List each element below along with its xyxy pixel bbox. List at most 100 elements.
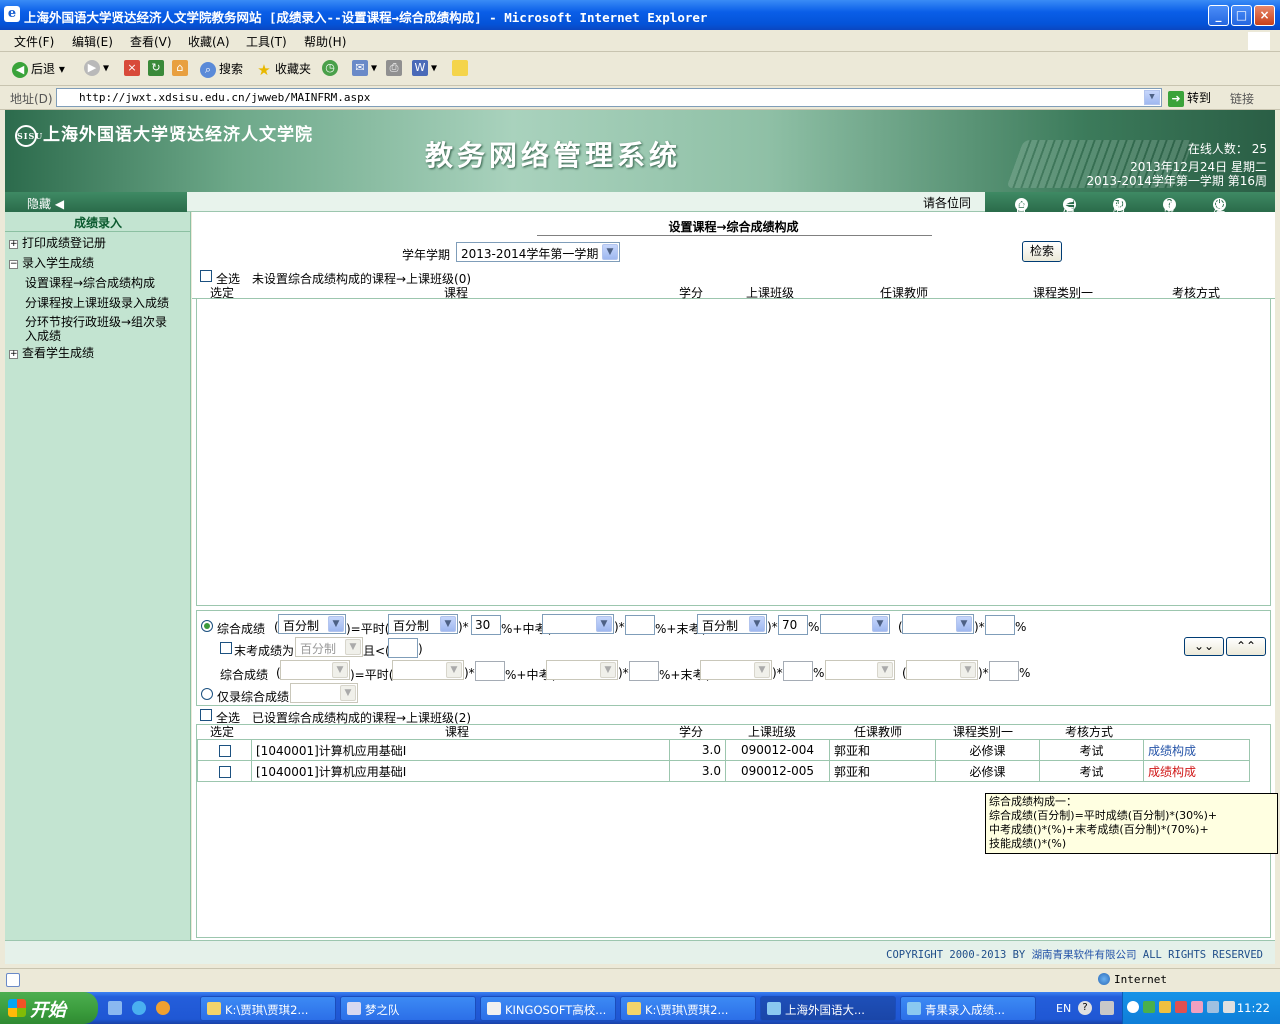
- collapse-icon[interactable]: −: [9, 260, 18, 269]
- sidebar-item-enter-grades[interactable]: − 录入学生成绩: [9, 254, 94, 271]
- address-input[interactable]: http://jwxt.xdsisu.edu.cn/jwweb/MAINFRM.…: [56, 88, 1162, 107]
- minimize-button[interactable]: _: [1208, 5, 1229, 26]
- tray-app-icon[interactable]: [1191, 1001, 1203, 1013]
- home-button[interactable]: ⌂: [172, 60, 191, 76]
- help-icon[interactable]: ?: [1078, 1001, 1092, 1015]
- composite-grade-type-select[interactable]: 百分制 ▼: [278, 614, 346, 634]
- skill-pct-input[interactable]: [985, 615, 1015, 635]
- sidebar-item-view-grades[interactable]: + 查看学生成绩: [9, 344, 94, 361]
- threshold-input[interactable]: [388, 638, 418, 658]
- mid-pct-input[interactable]: [625, 615, 655, 635]
- go-button[interactable]: ➜ 转到: [1168, 89, 1211, 107]
- alt-final-type-select[interactable]: ▼: [700, 660, 772, 680]
- final-type-select[interactable]: 百分制 ▼: [697, 614, 767, 634]
- alt-final-pct-input[interactable]: [783, 661, 813, 681]
- forward-button[interactable]: ▶ ▾: [84, 60, 109, 76]
- composite-radio[interactable]: [201, 620, 213, 632]
- menu-edit[interactable]: 编辑(E): [72, 33, 113, 50]
- regular-pct-input[interactable]: 30: [471, 615, 501, 635]
- back-button[interactable]: ◀ 后退 ▾: [12, 60, 65, 78]
- task-folder-1[interactable]: K:\贾琪\贾琪2...: [200, 996, 336, 1021]
- sidebar-item-set-composition[interactable]: 设置课程→综合成绩构成: [25, 274, 155, 291]
- table-row[interactable]: [1040001]计算机应用基础I 3.0 090012-004 郭亚和 必修课…: [197, 739, 1250, 761]
- school-logo: SISU上海外国语大学贤达经济人文学院: [15, 124, 313, 147]
- row-select-cell: [197, 760, 252, 782]
- stop-button[interactable]: ×: [124, 60, 143, 76]
- final-threshold-checkbox[interactable]: [220, 642, 232, 654]
- skill-type-select[interactable]: ▼: [902, 614, 974, 634]
- sidebar: 成绩录入 + 打印成绩登记册 − 录入学生成绩 设置课程→综合成绩构成 分课程按上课…: [5, 212, 191, 940]
- close-button[interactable]: ×: [1254, 5, 1275, 26]
- language-indicator[interactable]: EN: [1056, 1002, 1071, 1015]
- tray-app-icon[interactable]: [1159, 1001, 1171, 1013]
- edit-button[interactable]: W ▾: [412, 60, 437, 76]
- alt-skill-name-select[interactable]: ▼: [825, 660, 895, 680]
- alt-regular-pct-input[interactable]: [475, 661, 505, 681]
- search-button[interactable]: 检索: [1022, 241, 1062, 262]
- notes-button[interactable]: [452, 60, 471, 76]
- select-all-unset-checkbox[interactable]: [200, 270, 212, 282]
- alt-mid-pct-input[interactable]: [629, 661, 659, 681]
- company-link[interactable]: 湖南青果软件有限公司: [1032, 949, 1137, 961]
- table-row[interactable]: [1040001]计算机应用基础I 3.0 090012-005 郭亚和 必修课…: [197, 760, 1250, 782]
- start-button[interactable]: 开始: [0, 992, 98, 1024]
- tray-volume-icon[interactable]: [1223, 1001, 1235, 1013]
- final-score-type-select[interactable]: 百分制 ▼: [295, 637, 363, 657]
- menu-file[interactable]: 文件(F): [14, 33, 54, 50]
- task-dream-team[interactable]: 梦之队: [340, 996, 476, 1021]
- tray-network-icon[interactable]: [1207, 1001, 1219, 1013]
- select-all-set-checkbox[interactable]: [200, 709, 212, 721]
- alt-skill-pct-input[interactable]: [989, 661, 1019, 681]
- address-dropdown-icon[interactable]: ▼: [1144, 90, 1160, 105]
- row-checkbox[interactable]: [218, 744, 231, 757]
- menu-view[interactable]: 查看(V): [130, 33, 172, 50]
- final-pct-input[interactable]: 70: [778, 615, 808, 635]
- mid-type-select[interactable]: ▼: [542, 614, 614, 634]
- row-checkbox[interactable]: [218, 765, 231, 778]
- tray-qq-icon[interactable]: [1175, 1001, 1187, 1013]
- sidebar-item-by-class[interactable]: 分课程按上课班级录入成绩: [25, 294, 169, 311]
- only-composite-radio[interactable]: [201, 688, 213, 700]
- task-ie-active[interactable]: 上海外国语大...: [760, 996, 896, 1021]
- menu-tools[interactable]: 工具(T): [246, 33, 287, 50]
- task-qingguo[interactable]: 青果录入成绩...: [900, 996, 1036, 1021]
- composition-link[interactable]: 成绩构成: [1143, 760, 1250, 782]
- regular-type-select[interactable]: 百分制 ▼: [388, 614, 458, 634]
- hide-sidebar-button[interactable]: 隐藏 ◀: [5, 192, 187, 212]
- sidebar-item-print-register[interactable]: + 打印成绩登记册: [9, 234, 106, 251]
- refresh-button[interactable]: ↻: [148, 60, 167, 76]
- task-kingosoft[interactable]: KINGOSOFT高校...: [480, 996, 616, 1021]
- task-folder-2[interactable]: K:\贾琪\贾琪2...: [620, 996, 756, 1021]
- alt-grade-type-select[interactable]: ▼: [280, 660, 350, 680]
- sidebar-item-by-admin-class-cont[interactable]: 入成绩: [25, 327, 61, 344]
- mail-button[interactable]: ✉ ▾: [352, 60, 377, 76]
- credit-cell: 3.0: [669, 760, 726, 782]
- favorites-button[interactable]: ★ 收藏夹: [256, 60, 311, 78]
- tray-expand-icon[interactable]: [1127, 1001, 1139, 1013]
- maximize-button[interactable]: □: [1231, 5, 1252, 26]
- firefox-quicklaunch-icon[interactable]: [156, 1001, 170, 1015]
- alt-regular-type-select[interactable]: ▼: [392, 660, 464, 680]
- only-composite-type-select[interactable]: ▼: [290, 683, 358, 703]
- expand-icon[interactable]: +: [9, 350, 18, 359]
- go-arrow-icon: ➜: [1168, 90, 1184, 107]
- search-button[interactable]: ⌕ 搜索: [200, 60, 243, 78]
- alt-skill-type-select[interactable]: ▼: [906, 660, 978, 680]
- alt-mid-type-select[interactable]: ▼: [546, 660, 618, 680]
- menu-favorites[interactable]: 收藏(A): [188, 33, 230, 50]
- move-up-button[interactable]: ⌃⌃: [1226, 637, 1266, 656]
- col-exam: 考核方式: [1172, 286, 1221, 300]
- show-desktop-icon[interactable]: [108, 1001, 122, 1015]
- move-down-button[interactable]: ⌄⌄: [1184, 637, 1224, 656]
- print-button[interactable]: ⎙: [386, 60, 405, 76]
- expand-icon[interactable]: +: [9, 240, 18, 249]
- menu-help[interactable]: 帮助(H): [304, 33, 346, 50]
- skill-name-select[interactable]: ▼: [820, 614, 890, 634]
- tray-app-icon[interactable]: [1143, 1001, 1155, 1013]
- ime-icon[interactable]: [1100, 1001, 1114, 1015]
- composition-link[interactable]: 成绩构成: [1143, 739, 1250, 761]
- term-select[interactable]: 2013-2014学年第一学期 ▼: [456, 242, 620, 262]
- history-button[interactable]: ◷: [322, 60, 341, 76]
- links-button[interactable]: 链接: [1230, 90, 1254, 107]
- ie-quicklaunch-icon[interactable]: [132, 1001, 146, 1015]
